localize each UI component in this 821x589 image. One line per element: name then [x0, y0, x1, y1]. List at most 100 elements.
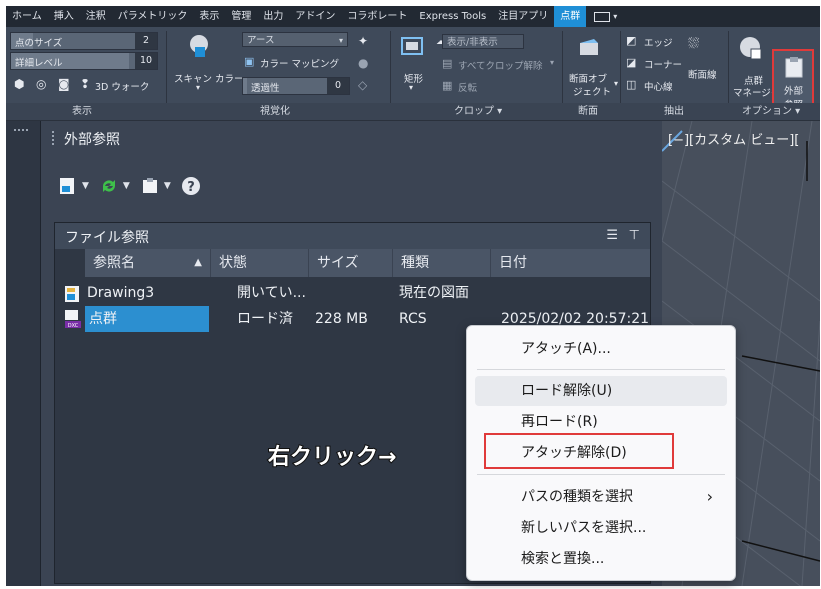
table-row[interactable]: Drawing3 開いてい... 現在の図面	[55, 280, 650, 306]
palette-toolbar: ▼ ▼ ▼ ?	[58, 173, 201, 199]
tab-express-tools[interactable]: Express Tools	[413, 6, 492, 27]
palette-side-strip[interactable]	[6, 121, 41, 586]
scan-color-icon	[190, 35, 208, 57]
menu-item-select-new-path[interactable]: 新しいパスを選択...	[475, 513, 727, 543]
tab-manage[interactable]: 管理	[225, 6, 257, 27]
sphere-icon[interactable]: ●	[358, 56, 368, 70]
lighting-icon[interactable]: ✦	[358, 34, 368, 48]
help-icon[interactable]: ?	[181, 176, 201, 196]
svg-text:DXC: DXC	[68, 323, 79, 329]
crop-rectangle-button[interactable]: 矩形	[404, 71, 423, 85]
refresh-icon[interactable]	[99, 176, 119, 196]
menu-separator	[477, 369, 725, 370]
chevron-down-icon: ▾	[614, 79, 619, 88]
reference-type: 現在の図面	[399, 285, 469, 301]
menu-item-unload[interactable]: ロード解除(U)	[475, 376, 727, 406]
light-icon[interactable]: ◇	[358, 78, 367, 92]
detail-level-label: 詳細レベル	[15, 58, 63, 69]
chevron-down-icon[interactable]: ▼	[82, 181, 89, 191]
tab-point-cloud[interactable]: 点群	[554, 6, 587, 27]
show-hide-crop-label: 表示/非表示	[447, 37, 498, 48]
orbit-icon[interactable]: ◎	[36, 77, 46, 91]
menu-item-find-replace[interactable]: 検索と置換...	[475, 544, 727, 574]
clipboard-icon	[785, 57, 803, 78]
window-icon	[594, 11, 611, 22]
column-status[interactable]: 状態	[211, 249, 309, 277]
cube-icon[interactable]: ⬢	[14, 77, 24, 91]
menu-item-select-path-type[interactable]: パスの種類を選択 ›	[475, 482, 727, 512]
section-object-label-1[interactable]: 断面オブ	[569, 71, 607, 85]
table-header: 参照名 ▲ 状態 サイズ 種類 日付	[85, 249, 650, 277]
detach-highlight-box	[484, 433, 674, 469]
reference-status: ロード済	[237, 311, 293, 327]
section-line-button[interactable]: 断面線	[688, 67, 717, 81]
reference-name: 点群	[89, 311, 117, 327]
section-object-label-2[interactable]: ジェクト	[573, 84, 611, 98]
column-reference-name[interactable]: 参照名 ▲	[85, 249, 211, 277]
reference-name: Drawing3	[87, 285, 155, 301]
attach-dwg-icon[interactable]	[58, 176, 78, 196]
scan-color-button[interactable]: スキャン カラー	[174, 71, 244, 85]
color-scheme-value: アース	[247, 35, 275, 46]
chevron-down-icon[interactable]: ▼	[164, 181, 171, 191]
tab-parametric[interactable]: パラメトリック	[112, 6, 194, 27]
footsteps-icon[interactable]: ❢	[80, 77, 90, 91]
tab-home[interactable]: ホーム	[6, 6, 48, 27]
chevron-right-icon: ›	[706, 487, 713, 506]
viewport-controls-label[interactable]: [−][カスタム ビュー][	[668, 129, 799, 148]
grip-handle-icon[interactable]	[14, 129, 28, 134]
walk-3d-button[interactable]: 3D ウォーク	[95, 79, 149, 93]
color-scheme-dropdown[interactable]: アース ▾	[242, 32, 348, 47]
crop-rectangle-icon	[401, 37, 423, 55]
tab-annotate[interactable]: 注釈	[80, 6, 112, 27]
chevron-down-icon: ▾	[338, 36, 343, 45]
palette-grip-icon[interactable]	[52, 131, 57, 145]
point-size-slider[interactable]: 点のサイズ 2	[10, 32, 158, 50]
file-references-header: ファイル参照 ☰ ⊤	[55, 223, 650, 249]
remove-all-crops-button[interactable]: すべてクロップ解除	[458, 58, 542, 72]
reference-type: RCS	[399, 311, 427, 327]
drawing-file-icon	[65, 286, 79, 302]
invert-icon: ▦	[442, 79, 453, 92]
list-view-icon[interactable]: ☰	[606, 228, 618, 243]
camera-icon[interactable]: ◙	[58, 77, 70, 91]
tab-featured-apps[interactable]: 注目アプリ	[492, 6, 554, 27]
panel-label-display: 表示	[72, 106, 92, 117]
palette-title: 外部参照	[64, 132, 120, 148]
point-cloud-file-icon: DXC	[65, 310, 81, 329]
xref-label-1: 外部	[784, 86, 804, 97]
tab-more[interactable]: ▾	[586, 6, 623, 27]
detail-level-slider[interactable]: 詳細レベル 10	[10, 52, 158, 70]
section-title: ファイル参照	[65, 230, 149, 246]
tree-view-icon[interactable]: ⊤	[629, 228, 640, 243]
tab-addins[interactable]: アドイン	[289, 6, 341, 27]
ribbon-panel-labels: 表示 視覚化 クロップ ▾ 断面 抽出 オプション ▾	[6, 103, 820, 120]
column-date[interactable]: 日付	[491, 249, 650, 277]
right-click-annotation: 右クリック→	[267, 444, 397, 471]
panel-label-options[interactable]: オプション ▾	[742, 103, 800, 120]
section-line-icon: ⛆	[688, 36, 700, 52]
column-label: 種類	[401, 255, 429, 271]
reference-status: 開いてい...	[237, 285, 306, 301]
chevron-down-icon: ▾	[196, 83, 201, 92]
point-size-label: 点のサイズ	[15, 38, 63, 49]
menu-item-attach[interactable]: アタッチ(A)...	[475, 334, 727, 364]
tab-collaborate[interactable]: コラボレート	[341, 6, 413, 27]
panel-label-crop[interactable]: クロップ ▾	[454, 103, 502, 120]
invert-crop-button[interactable]: 反転	[458, 80, 477, 94]
extract-centerline-button[interactable]: 中心線	[644, 79, 673, 93]
tab-output[interactable]: 出力	[257, 6, 289, 27]
transparency-slider[interactable]: 透過性 0	[242, 77, 350, 95]
extract-corner-button[interactable]: コーナー	[644, 57, 682, 71]
centerline-icon: ◫	[626, 78, 637, 91]
tab-view[interactable]: 表示	[193, 6, 225, 27]
tab-insert[interactable]: 挿入	[48, 6, 80, 27]
transparency-value: 0	[327, 78, 349, 94]
column-size[interactable]: サイズ	[309, 249, 393, 277]
color-mapping-button[interactable]: カラー マッピング	[260, 56, 339, 70]
extract-edge-button[interactable]: エッジ	[644, 35, 673, 49]
show-hide-crop-button[interactable]: 表示/非表示	[442, 34, 524, 49]
chevron-down-icon[interactable]: ▼	[123, 181, 130, 191]
column-type[interactable]: 種類	[393, 249, 491, 277]
change-path-icon[interactable]	[140, 176, 160, 196]
